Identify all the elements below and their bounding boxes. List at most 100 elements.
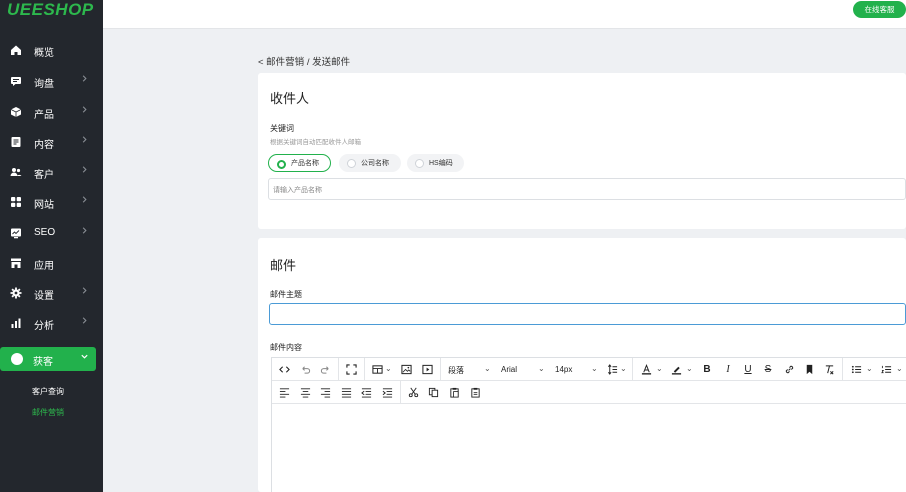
clear-format-icon[interactable] xyxy=(822,363,836,376)
redo-icon[interactable] xyxy=(318,363,332,376)
sidebar-item-customers[interactable]: 客户 xyxy=(0,158,103,186)
toolbar-divider xyxy=(338,358,339,381)
sidebar-subitem-customer-query[interactable]: 客户查询 xyxy=(32,386,64,397)
table-icon[interactable] xyxy=(370,363,384,376)
chevron-down-icon[interactable]: ⌄ xyxy=(866,364,873,373)
sidebar-item-label: 内容 xyxy=(34,140,54,151)
sidebar-item-settings[interactable]: 设置 xyxy=(0,279,103,307)
sidebar-item-label: 产品 xyxy=(34,110,54,121)
sidebar-item-label: 获客 xyxy=(33,357,53,368)
chevron-down-icon[interactable]: ⌄ xyxy=(591,364,598,373)
sidebar-item-label: 分析 xyxy=(34,321,54,332)
sidebar-item-label: SEO xyxy=(34,227,56,238)
document-icon xyxy=(10,136,22,148)
content-label: 邮件内容 xyxy=(270,343,302,352)
subject-label: 邮件主题 xyxy=(270,290,302,299)
align-left-icon[interactable] xyxy=(277,386,291,399)
grid-icon xyxy=(10,196,22,208)
chevron-right-icon xyxy=(80,135,89,147)
box-icon xyxy=(10,106,22,118)
sidebar-item-content[interactable]: 内容 xyxy=(0,128,103,156)
editor-toolbar-row-2 xyxy=(272,381,906,404)
radio-dot xyxy=(415,159,424,168)
chevron-right-icon xyxy=(80,286,89,298)
mail-title: 邮件 xyxy=(270,258,297,273)
radio-label: HS编码 xyxy=(429,160,453,167)
italic-icon[interactable]: I xyxy=(721,363,735,376)
sidebar-item-label: 网站 xyxy=(34,200,54,211)
chevron-down-icon[interactable]: ⌄ xyxy=(620,364,627,373)
bookmark-icon[interactable] xyxy=(802,363,816,376)
chevron-right-icon xyxy=(80,74,89,86)
gear-icon xyxy=(10,287,22,299)
indent-icon[interactable] xyxy=(380,386,394,399)
font-size-dropdown[interactable]: 14px xyxy=(555,365,572,374)
sidebar-item-label: 询盘 xyxy=(34,79,54,90)
online-support-button[interactable]: 在线客服 xyxy=(853,1,906,18)
product-name-input[interactable]: 请输入产品名称 xyxy=(268,178,906,200)
recipients-title: 收件人 xyxy=(270,91,310,106)
radio-dot xyxy=(347,159,356,168)
strikethrough-icon[interactable]: S xyxy=(761,363,775,376)
cut-icon[interactable] xyxy=(406,386,420,399)
chevron-down-icon[interactable]: ⌄ xyxy=(686,364,693,373)
outdent-icon[interactable] xyxy=(359,386,373,399)
image-icon[interactable] xyxy=(399,363,413,376)
fullscreen-icon[interactable] xyxy=(344,363,358,376)
line-height-icon[interactable] xyxy=(605,363,619,376)
subject-input[interactable] xyxy=(269,303,906,325)
radio-hs-code[interactable]: HS编码 xyxy=(407,154,464,172)
chevron-down-icon[interactable]: ⌄ xyxy=(896,364,903,373)
text-color-icon[interactable] xyxy=(639,363,653,376)
highlight-icon[interactable] xyxy=(669,363,683,376)
chevron-down-icon[interactable]: ⌄ xyxy=(656,364,663,373)
message-icon xyxy=(10,75,22,87)
sidebar-item-acquisition[interactable]: 获客 xyxy=(0,347,96,371)
undo-icon[interactable] xyxy=(298,363,312,376)
rich-text-editor[interactable]: ⌄ 段落 ⌄ Arial ⌄ 14px ⌄ ⌄ ⌄ ⌄ B I U S ⌄ ⌄ xyxy=(271,357,906,492)
radio-company-name[interactable]: 公司名称 xyxy=(339,154,401,172)
chevron-right-icon xyxy=(80,226,89,238)
breadcrumb[interactable]: < 邮件营销 / 发送邮件 xyxy=(258,54,350,68)
bold-icon[interactable]: B xyxy=(700,363,714,376)
sidebar-item-analytics[interactable]: 分析 xyxy=(0,309,103,337)
bullet-list-icon[interactable] xyxy=(849,363,863,376)
chevron-down-icon[interactable]: ⌄ xyxy=(538,364,545,373)
bar-chart-icon xyxy=(10,317,22,329)
toolbar-divider xyxy=(632,358,633,381)
underline-icon[interactable]: U xyxy=(741,363,755,376)
align-justify-icon[interactable] xyxy=(339,386,353,399)
sidebar-subitem-email-marketing[interactable]: 邮件营销 xyxy=(32,407,64,418)
font-dropdown[interactable]: Arial xyxy=(501,365,517,374)
sidebar-item-label: 设置 xyxy=(34,291,54,302)
users-icon xyxy=(10,166,22,178)
video-icon[interactable] xyxy=(420,363,434,376)
sidebar-item-apps[interactable]: 应用 xyxy=(0,249,103,277)
top-bar xyxy=(103,0,906,29)
copy-icon[interactable] xyxy=(426,386,440,399)
chevron-right-icon xyxy=(80,105,89,117)
sidebar: UEESHOP 概览 询盘 产品 内容 客户 网站 SEO 应用 设置 分析 获客 客户查询 邮件… xyxy=(0,0,103,492)
radio-product-name[interactable]: 产品名称 xyxy=(268,154,331,172)
numbered-list-icon[interactable] xyxy=(879,363,893,376)
chevron-down-icon[interactable]: ⌄ xyxy=(484,364,491,373)
toolbar-divider xyxy=(364,358,365,381)
align-center-icon[interactable] xyxy=(298,386,312,399)
toolbar-divider xyxy=(842,358,843,381)
toolbar-divider xyxy=(400,381,401,404)
chevron-right-icon xyxy=(80,316,89,328)
paragraph-dropdown[interactable]: 段落 xyxy=(448,365,464,376)
paste-text-icon[interactable] xyxy=(468,386,482,399)
sidebar-item-website[interactable]: 网站 xyxy=(0,188,103,216)
paste-icon[interactable] xyxy=(447,386,461,399)
source-code-icon[interactable] xyxy=(277,363,291,376)
input-placeholder: 请输入产品名称 xyxy=(273,187,322,194)
sidebar-item-overview[interactable]: 概览 xyxy=(0,36,103,64)
circle-icon xyxy=(11,353,23,365)
sidebar-item-products[interactable]: 产品 xyxy=(0,98,103,126)
sidebar-item-inquiry[interactable]: 询盘 xyxy=(0,67,103,95)
align-right-icon[interactable] xyxy=(318,386,332,399)
chevron-down-icon[interactable]: ⌄ xyxy=(385,364,392,373)
sidebar-item-seo[interactable]: SEO xyxy=(0,219,103,247)
link-icon[interactable] xyxy=(782,363,796,376)
